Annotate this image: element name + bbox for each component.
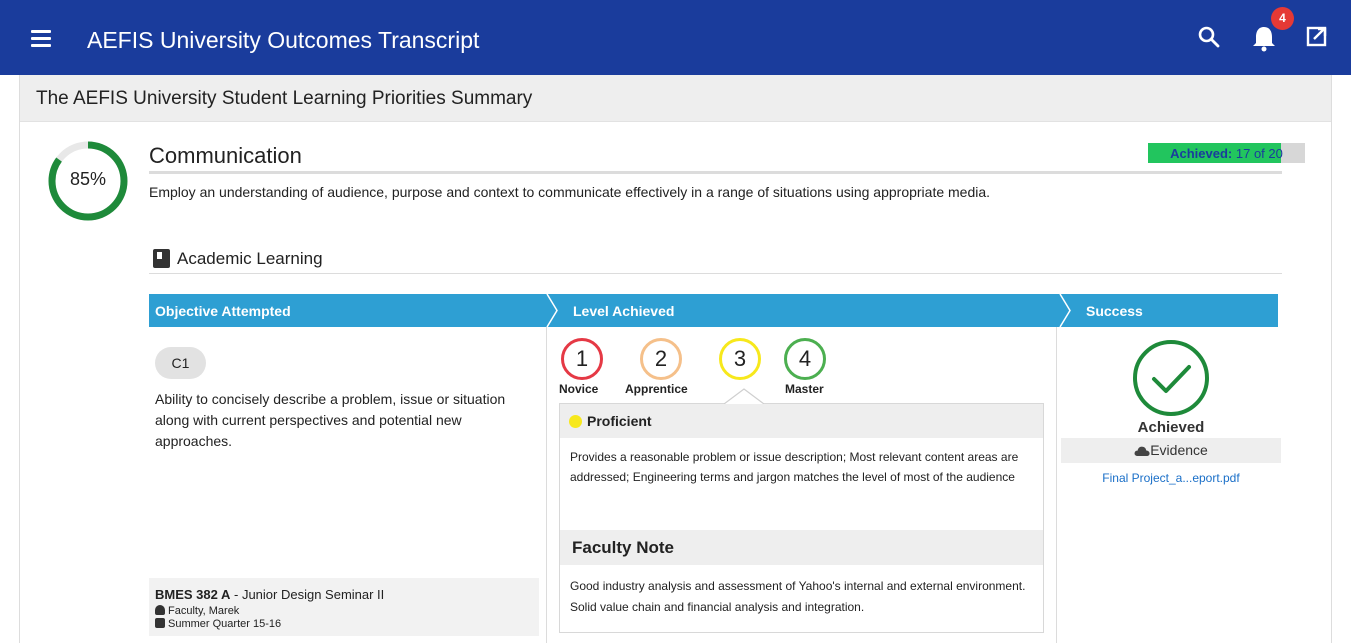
course-info: BMES 382 A - Junior Design Seminar II Fa… — [149, 578, 539, 636]
header-success: Success — [1086, 303, 1143, 319]
notification-badge[interactable]: 4 — [1271, 7, 1294, 30]
search-icon[interactable] — [1196, 24, 1222, 50]
app-bar: AEFIS University Outcomes Transcript 4 — [0, 0, 1351, 75]
achieved-text: Achieved: 17 of 20 — [1148, 146, 1305, 161]
level-3-button[interactable]: 3 — [719, 338, 761, 380]
level-detail-header: Proficient — [560, 404, 1043, 438]
section-title: Academic Learning — [177, 249, 323, 268]
evidence-header: Evidence — [1061, 438, 1281, 463]
header-objective-attempted: Objective Attempted — [155, 303, 291, 319]
outcome-description: Employ an understanding of audience, pur… — [149, 184, 991, 200]
divider — [149, 171, 1282, 174]
level-description: Provides a reasonable problem or issue d… — [570, 450, 1019, 484]
evidence-label: Evidence — [1150, 442, 1208, 458]
course-name: - Junior Design Seminar II — [230, 587, 385, 602]
objective-description: Ability to concisely describe a problem,… — [155, 391, 506, 449]
level-4-button[interactable]: 4 — [784, 338, 826, 380]
faculty-name: Faculty, Marek — [168, 605, 240, 617]
evidence-file-link[interactable]: Final Project_a...eport.pdf — [1061, 471, 1281, 485]
achieved-count: 17 of 20 — [1235, 146, 1283, 161]
level-4-label: Master — [785, 382, 824, 396]
course-code: BMES 382 A — [155, 587, 231, 602]
progress-percent: 85% — [69, 169, 107, 189]
level-pointer — [724, 388, 764, 404]
check-circle-icon — [1133, 340, 1209, 416]
outcome-title: Communication — [149, 143, 302, 168]
success-status: Achieved — [1137, 419, 1205, 436]
calendar-icon — [155, 618, 165, 628]
book-icon — [153, 249, 170, 268]
level-color-dot — [569, 415, 582, 428]
open-in-new-icon[interactable] — [1303, 23, 1331, 51]
level-1-label: Novice — [559, 382, 599, 396]
header-separator — [546, 294, 558, 327]
level-2-label: Apprentice — [625, 382, 688, 396]
card-title: The AEFIS University Student Learning Pr… — [36, 88, 533, 109]
header-level-achieved: Level Achieved — [573, 303, 675, 319]
level-1-button[interactable]: 1 — [561, 338, 603, 380]
column-divider — [546, 327, 547, 643]
menu-icon[interactable] — [28, 27, 54, 49]
divider — [149, 273, 1282, 274]
faculty-note-header: Faculty Note — [560, 530, 1043, 565]
column-divider — [1056, 327, 1057, 643]
faculty-line: Faculty, Marek — [155, 605, 239, 617]
objective-code-chip[interactable]: C1 — [155, 347, 206, 379]
term-name: Summer Quarter 15-16 — [168, 618, 282, 630]
faculty-note-title: Faculty Note — [572, 538, 675, 557]
cloud-icon — [1134, 446, 1150, 456]
faculty-note-text: Good industry analysis and assessment of… — [570, 579, 1026, 614]
term-line: Summer Quarter 15-16 — [155, 618, 281, 630]
app-title: AEFIS University Outcomes Transcript — [87, 27, 480, 53]
table-header: Objective Attempted Level Achieved Succe… — [149, 294, 1278, 327]
achieved-label: Achieved: — [1170, 146, 1233, 161]
person-icon — [155, 605, 165, 615]
level-name: Proficient — [587, 413, 652, 429]
achieved-progress-bar: Achieved: 17 of 20 — [1148, 143, 1305, 163]
header-separator — [1059, 294, 1071, 327]
card-header: The AEFIS University Student Learning Pr… — [20, 75, 1331, 122]
level-detail-panel: Proficient Provides a reasonable problem… — [559, 403, 1044, 633]
course-title: BMES 382 A - Junior Design Seminar II — [155, 587, 384, 602]
level-2-button[interactable]: 2 — [640, 338, 682, 380]
